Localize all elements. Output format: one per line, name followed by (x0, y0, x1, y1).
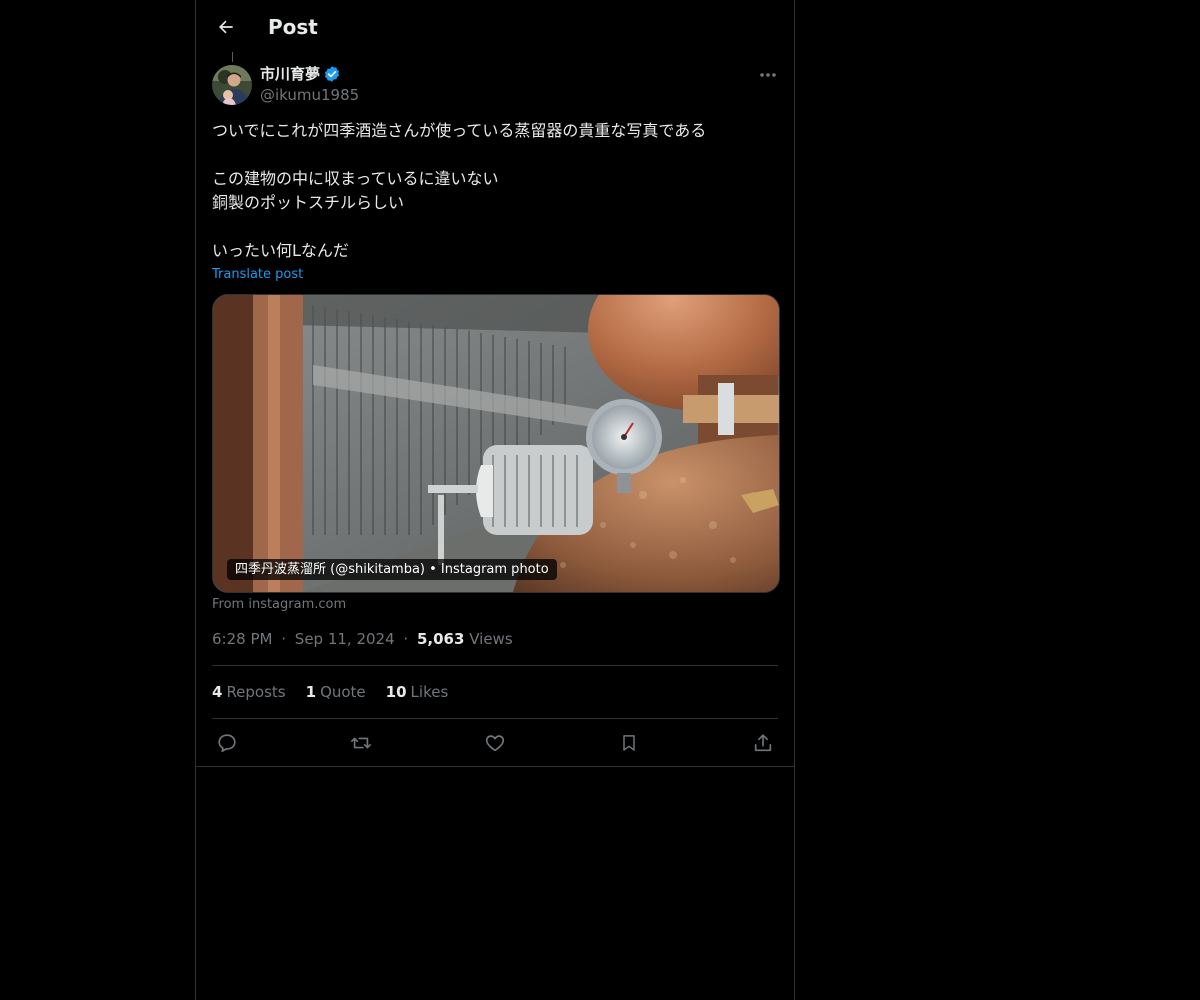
author-handle[interactable]: @ikumu1985 (260, 85, 359, 105)
author-name-row[interactable]: 市川育夢 (260, 64, 341, 84)
post-line: 銅製のポットスチルらしい (212, 193, 405, 212)
post-date[interactable]: Sep 11, 2024 (295, 630, 395, 648)
reposts-count: 4 (212, 683, 223, 701)
arrow-left-icon (219, 20, 233, 34)
avatar-photo (212, 65, 252, 105)
repost-button[interactable] (346, 728, 376, 758)
likes-stat[interactable]: 10 Likes (386, 682, 449, 702)
media-caption: 四季丹波蒸溜所 (@shikitamba) • Instagram photo (227, 559, 557, 580)
post-line-gap (212, 215, 778, 239)
more-horizontal-icon (760, 73, 776, 77)
quotes-count: 1 (305, 683, 317, 701)
author-display-name[interactable]: 市川育夢 (260, 64, 320, 84)
action-bar (212, 728, 778, 758)
views-label: Views (469, 630, 513, 648)
translate-post-link[interactable]: Translate post (212, 266, 303, 284)
media-card[interactable]: 四季丹波蒸溜所 (@shikitamba) • Instagram photo (212, 294, 780, 593)
media-source-link[interactable]: From instagram.com (212, 596, 346, 614)
divider (212, 665, 778, 666)
divider (196, 766, 794, 767)
reposts-stat[interactable]: 4 Reposts (212, 682, 286, 702)
reply-icon (218, 734, 236, 753)
quotes-label: Quote (320, 683, 366, 701)
share-icon (754, 734, 772, 752)
repost-icon (351, 737, 371, 749)
back-button[interactable] (210, 11, 242, 43)
bookmark-button[interactable] (614, 728, 644, 758)
distillery-photo (213, 295, 779, 592)
engagement-stats: 4 Reposts 1 Quote 10 Likes (212, 682, 468, 702)
like-button[interactable] (480, 728, 510, 758)
post-line-gap (212, 143, 778, 167)
post-line: ついでにこれが四季酒造さんが使っている蒸留器の貴重な写真である (212, 121, 707, 140)
page-title: Post (268, 15, 318, 39)
share-button[interactable] (748, 728, 778, 758)
post-meta: 6:28 PM · Sep 11, 2024 · 5,063 Views (212, 629, 513, 649)
divider (212, 718, 778, 719)
thread-line (232, 52, 233, 62)
post-column: Post 市川育夢 @ikumu1985 ついでにこれが四季酒造さんが使っている… (195, 0, 795, 1000)
post-time[interactable]: 6:28 PM (212, 630, 272, 648)
quotes-stat[interactable]: 1 Quote (306, 682, 366, 702)
likes-count: 10 (385, 683, 407, 701)
post-text: ついでにこれが四季酒造さんが使っている蒸留器の貴重な写真である この建物の中に収… (212, 119, 778, 263)
post-line: この建物の中に収まっているに違いない (212, 169, 499, 188)
verified-badge-icon (324, 66, 340, 82)
avatar[interactable] (212, 65, 252, 105)
bookmark-icon (623, 735, 635, 751)
heart-icon (485, 735, 505, 752)
reply-button[interactable] (212, 728, 242, 758)
views-count: 5,063 (416, 630, 465, 648)
meta-separator: · (281, 630, 287, 648)
reposts-label: Reposts (226, 683, 286, 701)
more-options-button[interactable] (756, 64, 780, 86)
likes-label: Likes (410, 683, 449, 701)
meta-separator: · (403, 630, 409, 648)
top-bar: Post (196, 0, 794, 54)
post-line: いったい何Lなんだ (212, 241, 349, 260)
